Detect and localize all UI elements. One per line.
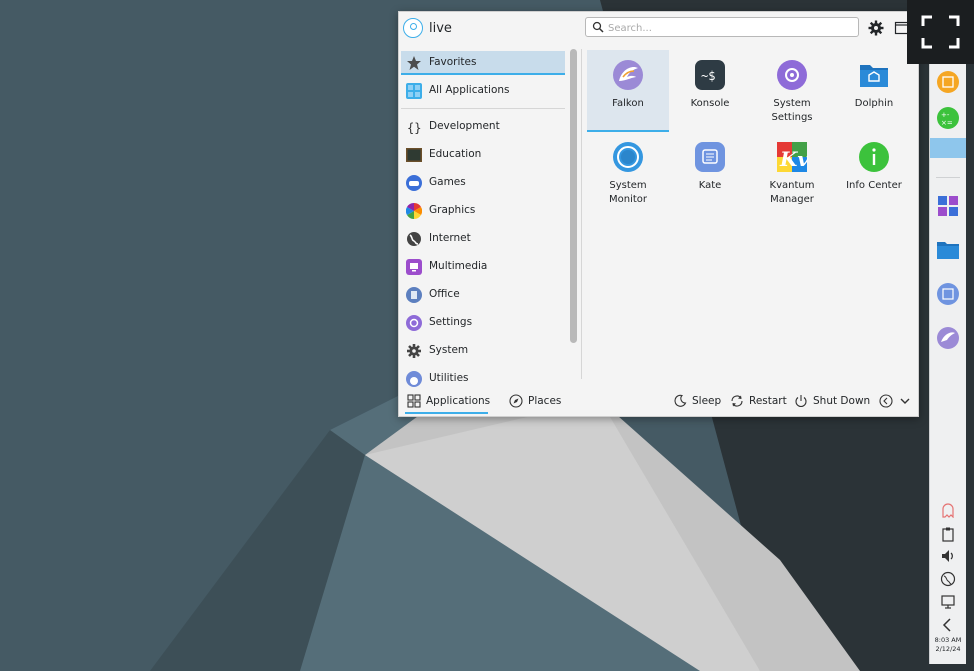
globe-icon <box>407 232 421 246</box>
system-monitor-icon <box>613 142 643 172</box>
configure-gear-icon[interactable] <box>868 20 884 36</box>
shutdown-button[interactable]: Shut Down <box>794 392 870 410</box>
falkon-browser-icon[interactable] <box>936 326 960 350</box>
svg-text:~$: ~$ <box>701 69 715 83</box>
launcher-header: live <box>399 12 918 46</box>
category-utilities[interactable]: Utilities <box>401 367 565 387</box>
more-options-button[interactable] <box>898 392 912 410</box>
app-kate[interactable]: Kate <box>669 132 751 214</box>
system-settings-icon <box>777 60 807 90</box>
app-system-settings[interactable]: System Settings <box>751 50 833 132</box>
notes-app-icon[interactable] <box>936 70 960 94</box>
power-icon <box>795 395 807 408</box>
office-icon <box>406 287 422 303</box>
terminal-icon: ~$ <box>695 60 725 90</box>
gear-icon <box>407 344 421 358</box>
app-info-center[interactable]: Info Center <box>833 132 915 214</box>
svg-text:×=: ×= <box>941 119 953 127</box>
svg-text:+-: +- <box>941 111 950 119</box>
star-icon <box>407 56 421 70</box>
category-graphics[interactable]: Graphics <box>401 199 565 223</box>
braces-icon: {} <box>407 121 421 135</box>
applications-grid-icon <box>407 394 421 408</box>
media-icon <box>406 259 422 275</box>
category-scrollbar[interactable] <box>570 49 577 343</box>
category-multimedia[interactable]: Multimedia <box>401 255 565 279</box>
folder-icon <box>860 65 888 87</box>
color-wheel-icon <box>406 203 422 219</box>
compass-icon <box>509 394 523 408</box>
svg-text:Kv: Kv <box>779 147 808 171</box>
tab-applications[interactable]: Applications <box>407 392 492 410</box>
grid-apps-icon <box>406 83 422 99</box>
ghost-status-icon[interactable] <box>940 502 956 518</box>
category-development[interactable]: {} Development <box>401 115 565 139</box>
gamepad-icon <box>406 175 422 191</box>
restart-icon <box>731 395 743 407</box>
chevron-left-circle-icon <box>879 394 893 408</box>
fullscreen-toggle[interactable] <box>907 0 974 64</box>
application-launcher: live Favorites All Applications <box>398 11 919 417</box>
utilities-icon <box>406 371 422 387</box>
sleep-moon-icon <box>674 394 687 407</box>
clock-time: 8:03 AM <box>934 636 962 644</box>
side-panel: +- ×= 8:03 AM 2/12/24 <box>929 64 966 664</box>
kate-editor-icon[interactable] <box>936 282 960 306</box>
volume-icon[interactable] <box>940 548 956 564</box>
app-falkon[interactable]: Falkon <box>587 50 669 132</box>
active-tab-indicator <box>405 412 488 414</box>
user-name: live <box>429 21 452 36</box>
app-system-monitor[interactable]: System Monitor <box>587 132 669 214</box>
svg-text:{}: {} <box>407 121 421 135</box>
tab-places[interactable]: Places <box>509 392 569 410</box>
category-sidebar: Favorites All Applications {} Developmen… <box>399 49 569 387</box>
restart-button[interactable]: Restart <box>730 392 788 410</box>
search-input[interactable] <box>606 19 850 37</box>
app-konsole[interactable]: ~$ Konsole <box>669 50 751 132</box>
sleep-button[interactable]: Sleep <box>673 392 721 410</box>
search-icon <box>592 21 604 33</box>
kate-icon <box>695 142 725 172</box>
category-games[interactable]: Games <box>401 171 565 195</box>
category-internet[interactable]: Internet <box>401 227 565 251</box>
calculator-icon[interactable]: +-×= <box>936 106 960 130</box>
category-office[interactable]: Office <box>401 283 565 307</box>
category-separator <box>401 108 565 109</box>
panel-divider <box>581 49 582 379</box>
chevron-down-icon <box>900 398 910 404</box>
favorites-grid: Falkon ~$ Konsole System Settings Dolphi… <box>585 50 915 380</box>
chevron-left-icon[interactable] <box>940 617 956 633</box>
category-settings[interactable]: Settings <box>401 311 565 335</box>
dolphin-folder-icon[interactable] <box>936 238 960 262</box>
clock-date: 2/12/24 <box>935 645 961 653</box>
panel-separator <box>936 177 960 178</box>
category-favorites[interactable]: Favorites <box>401 51 565 75</box>
display-icon[interactable] <box>940 594 956 610</box>
settings-icon <box>406 315 422 331</box>
fullscreen-icon <box>921 15 960 49</box>
category-all-applications[interactable]: All Applications <box>401 79 565 103</box>
info-icon <box>859 142 889 172</box>
category-system[interactable]: System <box>401 339 565 363</box>
app-dolphin[interactable]: Dolphin <box>833 50 915 132</box>
leave-options-button[interactable] <box>879 392 895 410</box>
kvantum-icon: Kv <box>777 142 808 172</box>
search-field[interactable] <box>585 17 859 37</box>
falkon-icon <box>613 60 643 90</box>
category-education[interactable]: Education <box>401 143 565 167</box>
network-globe-icon[interactable] <box>940 571 956 587</box>
launcher-footer: Applications Places Sleep Restart Shut D… <box>399 388 918 414</box>
clipboard-icon[interactable] <box>940 526 956 542</box>
app-grid-launcher-icon[interactable] <box>936 194 960 218</box>
app-kvantum-manager[interactable]: Kv Kvantum Manager <box>751 132 833 214</box>
chalkboard-icon <box>406 148 422 162</box>
user-avatar-icon[interactable] <box>403 18 423 38</box>
panel-spacer-highlight <box>930 138 966 158</box>
clock[interactable]: 8:03 AM 2/12/24 <box>930 636 966 654</box>
